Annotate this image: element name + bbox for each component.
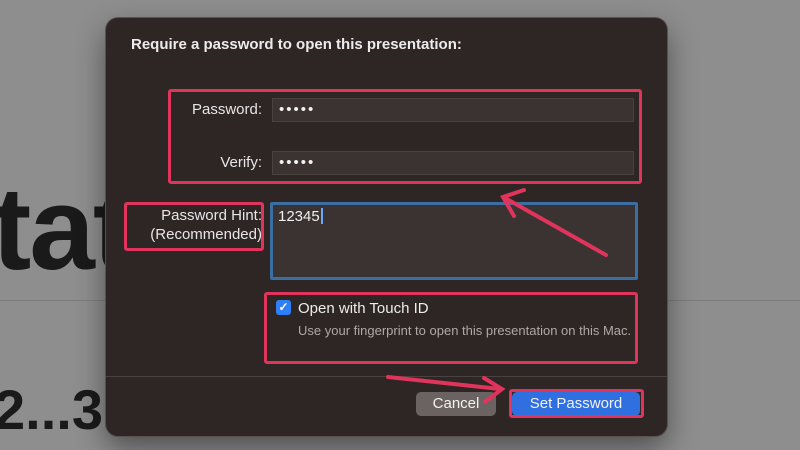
arrow-to-hint-field-icon [500,188,608,257]
arrow-to-set-password-icon [386,375,506,404]
annotation-arrows [386,188,608,404]
